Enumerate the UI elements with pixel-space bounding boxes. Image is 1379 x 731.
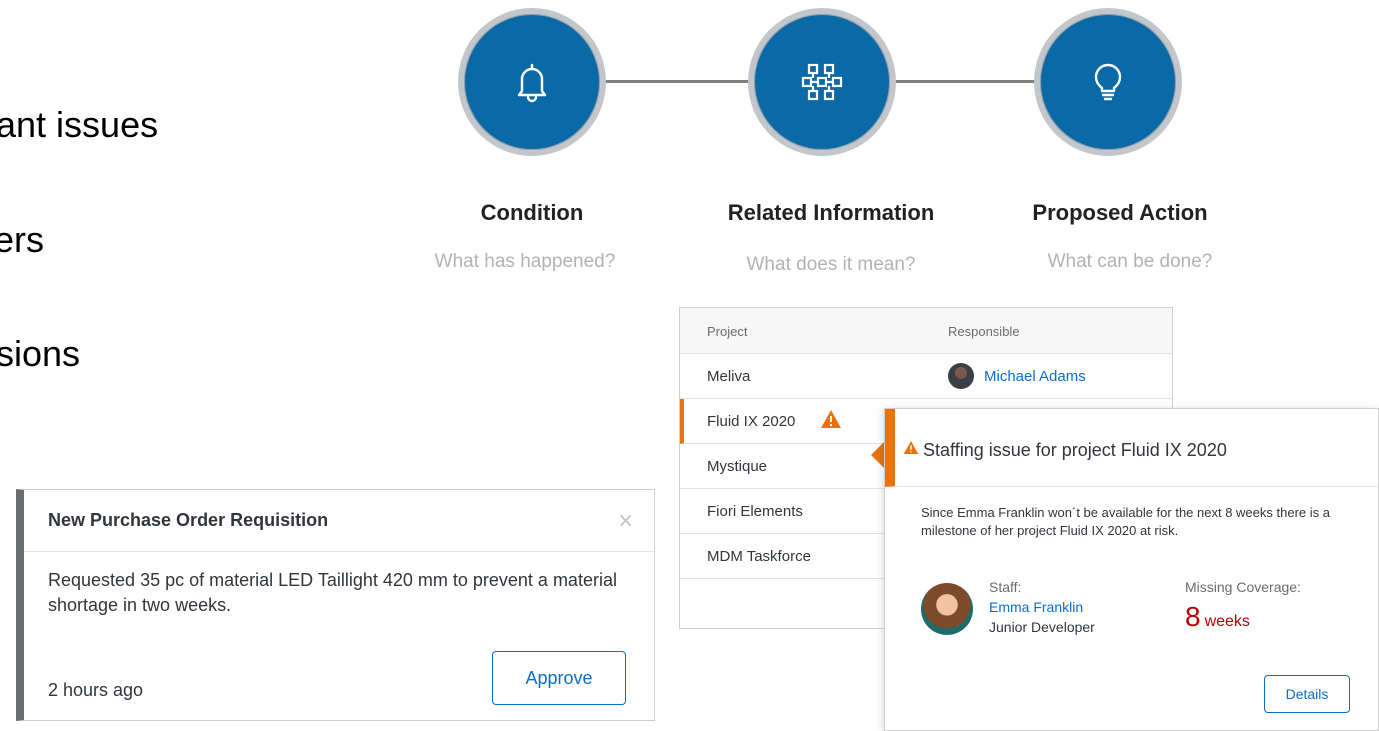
step-subtitle-proposed-action: What can be done?	[1047, 251, 1213, 272]
column-header-project: Project	[707, 324, 748, 339]
notification-card: New Purchase Order Requisition × Request…	[16, 489, 655, 721]
missing-coverage-unit: weeks	[1204, 613, 1250, 630]
step-subtitle-condition: What has happened?	[434, 251, 616, 272]
staff-label: Staff:	[989, 579, 1022, 595]
project-name: Fiori Elements	[707, 503, 803, 520]
staff-role: Junior Developer	[989, 619, 1095, 635]
popover-description: Since Emma Franklin won´t be available f…	[921, 505, 1330, 538]
responsible-cell: Michael Adams	[948, 363, 1086, 389]
project-name: Meliva	[707, 368, 751, 385]
related-information-circle	[748, 8, 896, 156]
bullet-text-2: ers	[0, 219, 45, 260]
close-icon[interactable]: ×	[617, 508, 634, 532]
avatar	[921, 583, 973, 635]
network-icon	[801, 63, 843, 101]
missing-coverage-label: Missing Coverage:	[1185, 579, 1301, 595]
missing-coverage-value: 8 weeks	[1185, 601, 1250, 633]
step-title-proposed-action: Proposed Action	[1032, 200, 1208, 225]
step-title-condition: Condition	[480, 200, 584, 225]
project-name: MDM Taskforce	[707, 548, 811, 565]
avatar	[948, 363, 974, 389]
column-header-responsible: Responsible	[948, 324, 1020, 339]
approve-button[interactable]: Approve	[492, 651, 626, 705]
notification-body: Requested 35 pc of material LED Tailligh…	[48, 570, 617, 615]
step-subtitle-related-information: What does it mean?	[746, 254, 916, 275]
notification-title: New Purchase Order Requisition	[48, 510, 329, 530]
lightbulb-icon	[1094, 63, 1122, 101]
table-header: Project Responsible	[680, 308, 1172, 354]
warning-icon	[903, 440, 919, 455]
missing-coverage-number: 8	[1185, 601, 1201, 632]
project-name: Mystique	[707, 458, 768, 475]
bullet-text-1: ant issues	[0, 104, 159, 145]
flow-connector	[600, 80, 760, 83]
step-title-related-information: Related Information	[727, 200, 935, 225]
project-name: Fluid IX 2020	[707, 413, 796, 430]
details-button[interactable]: Details	[1264, 675, 1350, 713]
bell-icon	[517, 63, 547, 103]
popover-header: Staffing issue for project Fluid IX 2020	[885, 409, 1378, 487]
bullet-text-3: sions	[0, 333, 81, 374]
staff-name-link[interactable]: Emma Franklin	[989, 599, 1083, 615]
flow-connector	[895, 80, 1045, 83]
condition-circle	[458, 8, 606, 156]
notification-timestamp: 2 hours ago	[48, 680, 144, 700]
staffing-issue-popover: Staffing issue for project Fluid IX 2020…	[884, 408, 1379, 731]
popover-title: Staffing issue for project Fluid IX 2020	[923, 440, 1227, 460]
proposed-action-circle	[1034, 8, 1182, 156]
warning-icon	[821, 410, 841, 428]
notification-header: New Purchase Order Requisition ×	[24, 490, 654, 552]
table-row[interactable]: Meliva Michael Adams	[680, 354, 1172, 399]
responsible-link[interactable]: Michael Adams	[984, 368, 1086, 385]
